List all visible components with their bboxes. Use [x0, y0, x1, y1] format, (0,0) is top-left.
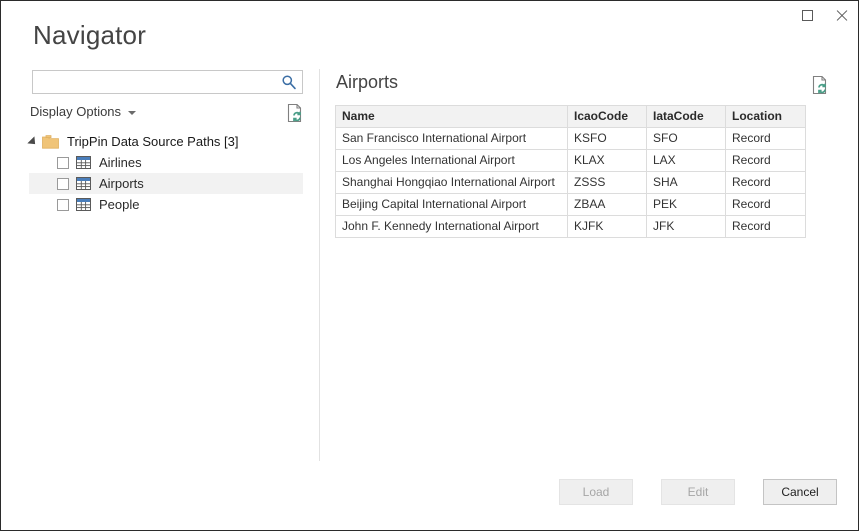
preview-table: Name IcaoCode IataCode Location San Fran…: [335, 105, 806, 238]
column-header-icaocode[interactable]: IcaoCode: [567, 105, 647, 128]
cell-icaocode: KSFO: [567, 127, 647, 150]
tree-item-label: Airports: [99, 176, 144, 191]
tree-item-label: People: [99, 197, 140, 212]
table-row: Beijing Capital International Airport ZB…: [335, 193, 806, 216]
cell-location: Record: [725, 149, 806, 172]
cell-location: Record: [725, 171, 806, 194]
load-button[interactable]: Load: [559, 479, 633, 505]
cell-name: John F. Kennedy International Airport: [335, 215, 568, 238]
folder-icon: [42, 134, 59, 149]
preview-pane: Airports Name IcaoCode IataCode Location…: [320, 59, 858, 461]
navigation-pane: Display Options TripPin Data Source Path…: [1, 59, 319, 461]
source-tree: TripPin Data Source Paths [3] Airlines A…: [1, 131, 319, 215]
table-icon: [76, 198, 91, 211]
cancel-button[interactable]: Cancel: [763, 479, 837, 505]
checkbox-airports[interactable]: [57, 177, 69, 190]
cell-location: Record: [725, 215, 806, 238]
cell-iatacode: SFO: [646, 127, 726, 150]
cell-name: Beijing Capital International Airport: [335, 193, 568, 216]
close-icon: [835, 9, 848, 22]
close-button[interactable]: [824, 1, 858, 29]
tree-item-people[interactable]: People: [29, 194, 303, 215]
maximize-icon: [801, 9, 813, 21]
refresh-document-icon[interactable]: [812, 75, 829, 95]
display-options-label: Display Options: [30, 104, 122, 119]
tree-item-airlines[interactable]: Airlines: [29, 152, 303, 173]
window-controls: [790, 1, 858, 29]
column-header-iatacode[interactable]: IataCode: [646, 105, 726, 128]
tree-root-label: TripPin Data Source Paths [3]: [67, 134, 239, 149]
cell-name: Los Angeles International Airport: [335, 149, 568, 172]
cell-location: Record: [725, 193, 806, 216]
maximize-button[interactable]: [790, 1, 824, 29]
cell-name: Shanghai Hongqiao International Airport: [335, 171, 568, 194]
table-row: Shanghai Hongqiao International Airport …: [335, 171, 806, 194]
collapse-arrow-icon[interactable]: [27, 135, 39, 148]
column-header-name[interactable]: Name: [335, 105, 568, 128]
table-row: San Francisco International Airport KSFO…: [335, 127, 806, 150]
tree-root-node[interactable]: TripPin Data Source Paths [3]: [27, 131, 303, 152]
cell-icaocode: ZBAA: [567, 193, 647, 216]
cell-iatacode: JFK: [646, 215, 726, 238]
cell-iatacode: SHA: [646, 171, 726, 194]
title-bar: Navigator: [1, 1, 858, 59]
navigator-dialog: Navigator Display Options TripPin Data S…: [0, 0, 859, 531]
checkbox-airlines[interactable]: [57, 156, 69, 169]
display-options-dropdown[interactable]: Display Options: [30, 104, 137, 119]
cell-name: San Francisco International Airport: [335, 127, 568, 150]
refresh-document-icon[interactable]: [287, 103, 304, 123]
column-header-location[interactable]: Location: [725, 105, 806, 128]
search-input[interactable]: [38, 71, 282, 95]
table-icon: [76, 177, 91, 190]
table-row: Los Angeles International Airport KLAX L…: [335, 149, 806, 172]
chevron-down-icon: [128, 110, 137, 115]
cell-icaocode: ZSSS: [567, 171, 647, 194]
cell-iatacode: LAX: [646, 149, 726, 172]
checkbox-people[interactable]: [57, 198, 69, 211]
table-row: John F. Kennedy International Airport KJ…: [335, 215, 806, 238]
table-icon: [76, 156, 91, 169]
cell-icaocode: KLAX: [567, 149, 647, 172]
table-header-row: Name IcaoCode IataCode Location: [335, 105, 806, 128]
dialog-footer: Load Edit Cancel: [1, 461, 858, 530]
cell-iatacode: PEK: [646, 193, 726, 216]
search-box[interactable]: [32, 70, 303, 95]
preview-title: Airports: [336, 72, 399, 92]
cell-icaocode: KJFK: [567, 215, 647, 238]
cell-location: Record: [725, 127, 806, 150]
tree-item-label: Airlines: [99, 155, 142, 170]
tree-item-airports[interactable]: Airports: [29, 173, 303, 194]
footer-button-group: Load Edit Cancel: [559, 479, 837, 505]
page-title: Navigator: [33, 20, 147, 50]
search-icon[interactable]: [281, 74, 297, 90]
edit-button[interactable]: Edit: [661, 479, 735, 505]
